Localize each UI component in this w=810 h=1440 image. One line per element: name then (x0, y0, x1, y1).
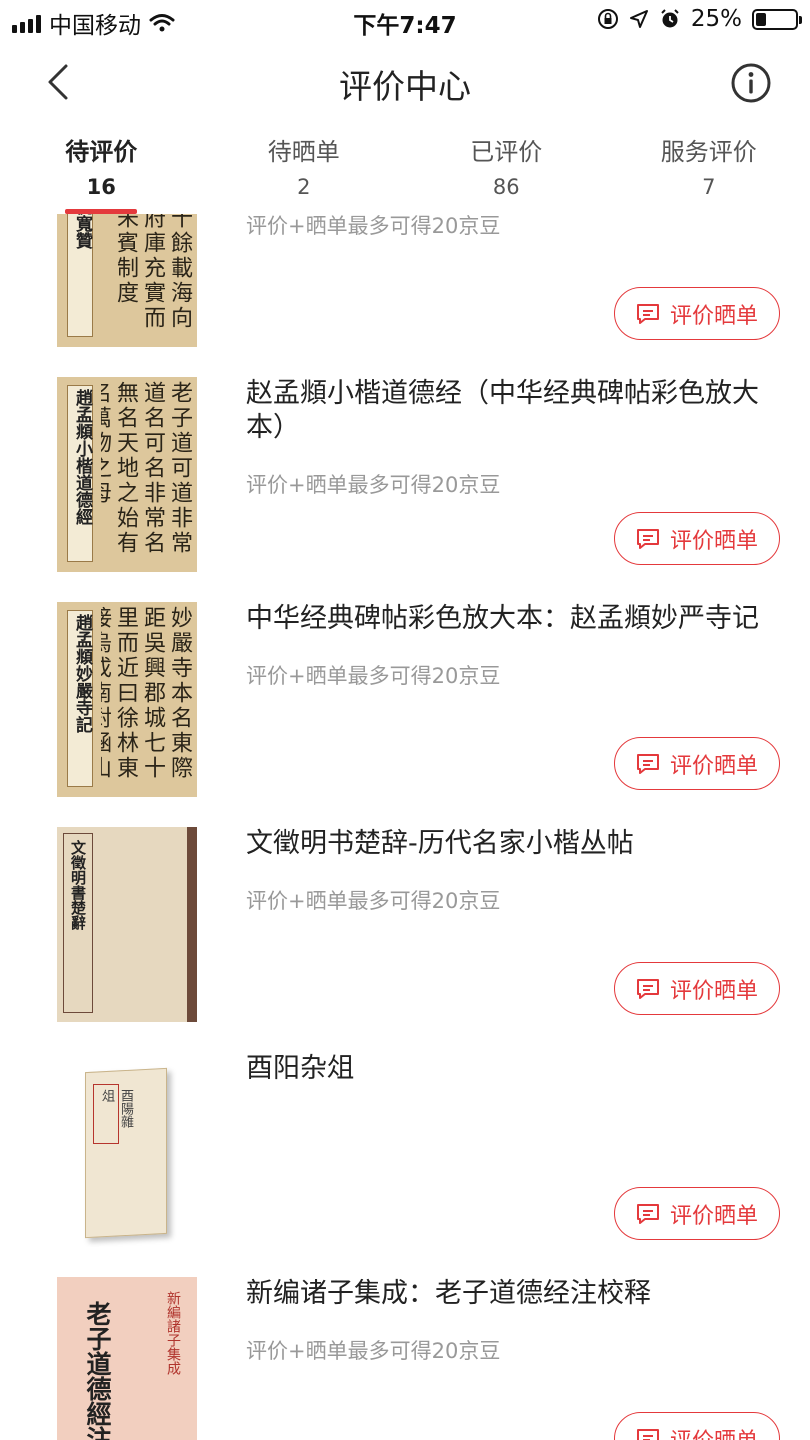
review-item[interactable]: 遂良倪寬贊澳六十餘載海向父安府庫充實而四夷未賓制度褚遂良倪宽赞（中华经典碑帖彩色… (0, 214, 810, 377)
comment-icon (636, 528, 659, 549)
review-item[interactable]: 文徵明書楚辭 文徵明书楚辞-历代名家小楷丛帖评价+晒单最多可得20京豆评价晒单 (0, 827, 810, 1052)
review-share-button[interactable]: 评价晒单 (614, 287, 780, 340)
product-title[interactable]: 酉阳杂俎 (246, 1052, 781, 1086)
book-cover: 趙孟頫妙嚴寺記妙嚴寺本名東際距吳興郡城七十里而近曰徐林東接烏戍南對涵山西傍洪澤北… (57, 602, 197, 797)
book-cover: 遂良倪寬贊澳六十餘載海向父安府庫充實而四夷未賓制度 (57, 214, 197, 347)
cover-spine (187, 827, 197, 1022)
product-thumbnail[interactable]: 酉陽雜俎 (57, 1052, 197, 1247)
product-thumbnail[interactable]: 遂良倪寬贊澳六十餘載海向父安府庫充實而四夷未賓制度 (57, 214, 197, 347)
location-icon (629, 10, 648, 28)
product-title[interactable]: 文徵明书楚辞-历代名家小楷丛帖 (246, 827, 781, 861)
review-item[interactable]: 趙孟頫妙嚴寺記妙嚴寺本名東際距吳興郡城七十里而近曰徐林東接烏戍南對涵山西傍洪澤北… (0, 602, 810, 827)
review-share-label: 评价晒单 (670, 1423, 758, 1440)
cover-calligraphy: 老子道可道非常道名可名非常名無名天地之始有名萬物之母 (101, 381, 192, 556)
comment-icon (636, 978, 659, 999)
tab-count: 7 (702, 175, 716, 199)
review-list[interactable]: 遂良倪寬贊澳六十餘載海向父安府庫充實而四夷未賓制度褚遂良倪宽赞（中华经典碑帖彩色… (0, 214, 810, 1440)
tab-count: 16 (86, 175, 116, 199)
tab-label: 服务评价 (660, 138, 757, 166)
cover-title: 老子道德經注 (83, 1301, 112, 1440)
alarm-icon (661, 9, 679, 28)
tab-bar: 待评价 16 待晒单 2 已评价 86 服务评价 7 (0, 126, 810, 214)
review-share-label: 评价晒单 (669, 528, 758, 554)
reward-hint: 评价+晒单最多可得20京豆 (246, 473, 501, 497)
review-share-button[interactable]: 评价晒单 (614, 737, 780, 790)
cover-title: 酉陽雜俎 (99, 1089, 133, 1128)
tab-to-review[interactable]: 待评价 16 (0, 126, 203, 214)
review-share-button[interactable]: 评价晒单 (614, 1187, 780, 1240)
page-title: 评价中心 (339, 67, 471, 106)
product-title[interactable]: 中华经典碑帖彩色放大本：赵孟頫妙严寺记 (246, 602, 781, 636)
rotation-lock-icon (597, 9, 618, 29)
cover-title: 趙孟頫小楷道德經 (72, 389, 92, 525)
comment-icon (636, 1203, 659, 1224)
book-cover: 酉陽雜俎 (57, 1052, 197, 1247)
cover-label: 酉陽雜俎 (93, 1084, 133, 1144)
cover-label: 遂良倪寬贊 (67, 214, 93, 337)
tab-reviewed[interactable]: 已评价 86 (405, 126, 608, 214)
battery-level (756, 12, 766, 26)
cover-label: 文徵明書楚辭 (63, 833, 93, 1013)
review-share-button[interactable]: 评价晒单 (614, 1412, 780, 1440)
comment-icon (636, 753, 659, 774)
comment-icon (636, 303, 659, 324)
cover-label: 趙孟頫小楷道德經 (67, 385, 93, 562)
battery-percent: 25% (690, 6, 742, 32)
book-cover: 老子道德經注 新編諸子集成 (57, 1277, 197, 1440)
reward-hint: 评价+晒单最多可得20京豆 (246, 214, 501, 238)
status-right: 25% (597, 6, 802, 32)
product-title[interactable]: 新编诸子集成：老子道德经注校释 (246, 1277, 781, 1311)
cover-title: 文徵明書楚辭 (69, 840, 87, 930)
tab-to-share[interactable]: 待晒单 2 (203, 126, 406, 214)
review-share-label: 评价晒单 (669, 753, 758, 779)
product-title[interactable]: 赵孟頫小楷道德经（中华经典碑帖彩色放大本） (246, 377, 781, 445)
review-item[interactable]: 老子道德經注 新編諸子集成 新编诸子集成：老子道德经注校释评价+晒单最多可得20京豆… (0, 1277, 810, 1440)
product-thumbnail[interactable]: 趙孟頫妙嚴寺記妙嚴寺本名東際距吳興郡城七十里而近曰徐林東接烏戍南對涵山西傍洪澤北… (57, 602, 197, 797)
battery-icon (752, 8, 802, 30)
cover-calligraphy: 妙嚴寺本名東際距吳興郡城七十里而近曰徐林東接烏戍南對涵山西傍洪澤北臨洪城 (101, 606, 192, 781)
review-item[interactable]: 趙孟頫小楷道德經老子道可道非常道名可名非常名無名天地之始有名萬物之母赵孟頫小楷道… (0, 377, 810, 602)
cover-series: 新編諸子集成 (165, 1291, 181, 1375)
tab-count: 2 (297, 175, 311, 199)
review-share-button[interactable]: 评价晒单 (614, 962, 780, 1015)
reward-hint: 评价+晒单最多可得20京豆 (246, 664, 501, 688)
book-cover: 文徵明書楚辭 (57, 827, 197, 1022)
reward-hint: 评价+晒单最多可得20京豆 (246, 1339, 501, 1363)
cover-title: 趙孟頫妙嚴寺記 (72, 614, 92, 733)
tab-label: 待评价 (65, 138, 138, 166)
nav-bar: 评价中心 (0, 40, 810, 126)
comment-icon (636, 1428, 659, 1440)
tab-service-review[interactable]: 服务评价 7 (608, 126, 810, 214)
review-share-label: 评价晒单 (669, 303, 758, 329)
product-thumbnail[interactable]: 老子道德經注 新編諸子集成 (57, 1277, 197, 1440)
tab-label: 待晒单 (267, 138, 340, 166)
review-item[interactable]: 酉陽雜俎 酉阳杂俎评价晒单 (0, 1052, 810, 1277)
status-bar: 中国移动 下午7:47 25% (0, 0, 810, 40)
product-thumbnail[interactable]: 趙孟頫小楷道德經老子道可道非常道名可名非常名無名天地之始有名萬物之母 (57, 377, 197, 572)
reward-hint: 评价+晒单最多可得20京豆 (246, 889, 501, 913)
info-circle-icon[interactable] (730, 62, 772, 104)
review-share-label: 评价晒单 (669, 978, 758, 1004)
book-cover: 趙孟頫小楷道德經老子道可道非常道名可名非常名無名天地之始有名萬物之母 (57, 377, 197, 572)
cover-calligraphy: 澳六十餘載海向父安府庫充實而四夷未賓制度 (113, 214, 192, 331)
review-share-label: 评价晒单 (669, 1203, 758, 1229)
tab-count: 86 (492, 175, 520, 199)
cover-title: 遂良倪寬贊 (68, 214, 97, 252)
cover-label: 趙孟頫妙嚴寺記 (67, 610, 93, 787)
product-thumbnail[interactable]: 文徵明書楚辭 (57, 827, 197, 1022)
review-share-button[interactable]: 评价晒单 (614, 512, 780, 565)
tab-label: 已评价 (470, 138, 543, 166)
